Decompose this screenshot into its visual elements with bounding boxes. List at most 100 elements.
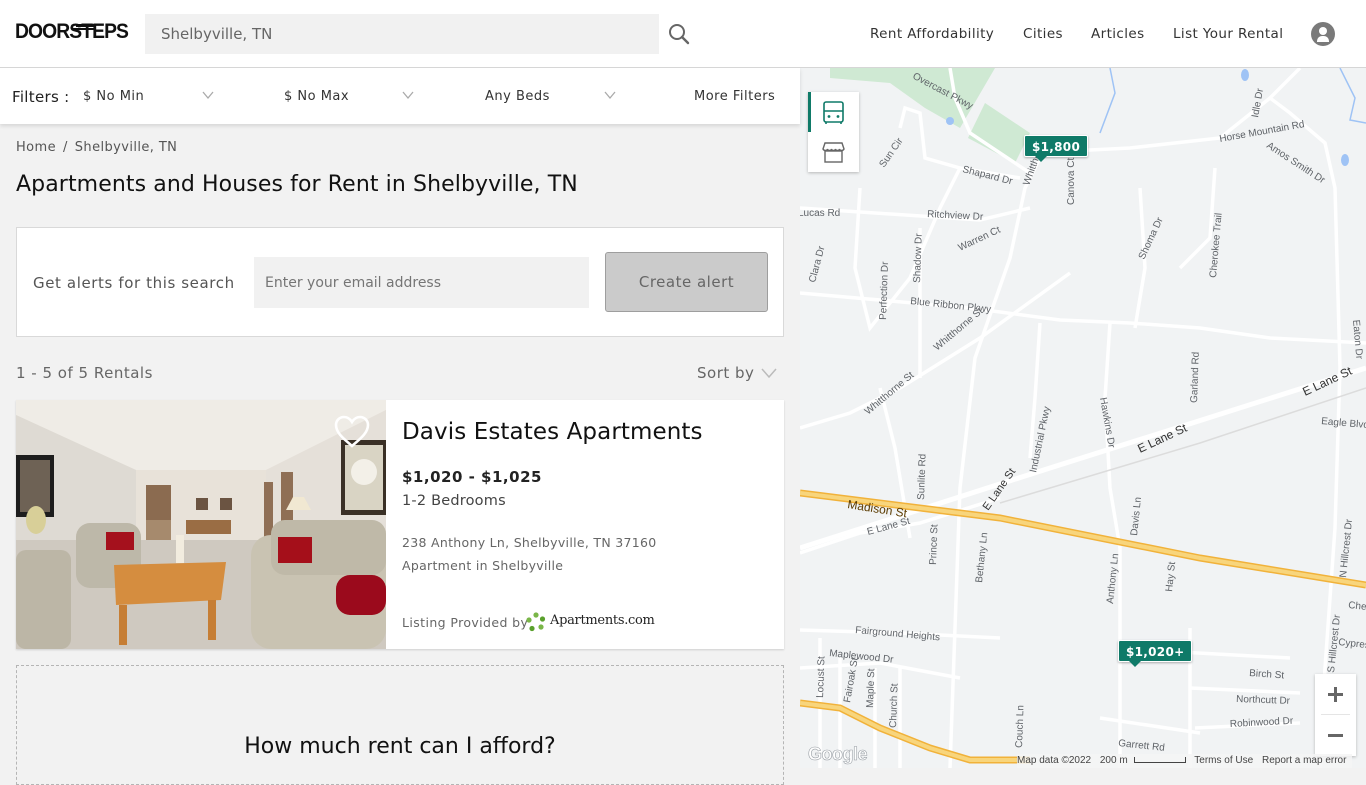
pond — [1341, 154, 1349, 166]
street-label: Couch Ln — [1014, 705, 1026, 748]
listing-provided-by: Listing Provided by — [402, 615, 529, 630]
minus-icon — [1328, 734, 1343, 737]
avatar-head — [1319, 27, 1327, 35]
street-label: Canova Ct — [1066, 158, 1077, 205]
street-label: Robinwood Dr — [1230, 716, 1295, 730]
street-label: Eagle Blvd — [1321, 416, 1366, 431]
street-label: Shapard Dr — [961, 164, 1014, 187]
street-label: Garland Rd — [1189, 352, 1202, 403]
chevron-down-icon[interactable] — [604, 90, 616, 100]
bus-icon — [823, 101, 844, 124]
transit-layer-button[interactable] — [808, 92, 859, 132]
location-search-input[interactable] — [145, 14, 659, 54]
page-title: Apartments and Houses for Rent in Shelby… — [16, 172, 578, 197]
top-header: DOORSTEPS Rent Affordability Cities Arti… — [0, 0, 1366, 68]
search-alert-box: Get alerts for this search Create alert — [16, 227, 784, 337]
breadcrumb-separator: / — [63, 140, 68, 155]
breadcrumb: Home / Shelbyville, TN — [16, 140, 177, 155]
apartments-com-logo-icon — [526, 612, 546, 632]
nav-cities[interactable]: Cities — [1023, 26, 1063, 42]
terms-of-use-link[interactable]: Terms of Use — [1194, 755, 1253, 766]
report-map-error-link[interactable]: Report a map error — [1262, 755, 1346, 766]
chevron-down-icon[interactable] — [402, 90, 414, 100]
street-label: Eaton Dr — [1350, 319, 1364, 360]
street-label: Northcutt Dr — [1236, 694, 1291, 707]
pond — [1241, 69, 1249, 81]
zoom-out-button[interactable] — [1315, 715, 1356, 756]
chevron-down-icon[interactable] — [202, 90, 214, 100]
street-label: Birch St — [1249, 668, 1285, 681]
street-label: Clara Dr — [807, 244, 827, 283]
favorite-heart-icon[interactable] — [334, 415, 370, 449]
sort-by-dropdown[interactable]: Sort by — [697, 364, 754, 382]
alert-label: Get alerts for this search — [33, 274, 235, 292]
nav-rent-affordability[interactable]: Rent Affordability — [870, 26, 994, 42]
logo-step-mark — [73, 28, 95, 30]
beds-dropdown[interactable]: Any Beds — [485, 89, 550, 104]
map-layer-toggle — [808, 92, 859, 172]
avatar-body — [1317, 36, 1329, 42]
apartments-com-logo: Apartments.com — [550, 613, 655, 628]
street-label: N Hillcrest Dr — [1338, 518, 1355, 578]
max-price-dropdown[interactable]: $ No Max — [284, 89, 349, 104]
nav-list-your-rental[interactable]: List Your Rental — [1173, 26, 1283, 42]
street-label: Lucas Rd — [800, 208, 840, 219]
map-scale-label[interactable]: 200 m — [1100, 755, 1128, 766]
shops-layer-button[interactable] — [808, 132, 859, 172]
stream — [1099, 68, 1116, 134]
street-label: Davis Ln — [1129, 496, 1144, 536]
street-label: Warren Ct — [957, 225, 1003, 254]
street-label: Bethany Ln — [974, 532, 990, 583]
listing-card[interactable]: Davis Estates Apartments $1,020 - $1,025… — [16, 400, 784, 649]
street-label: Cherry — [1348, 600, 1366, 614]
street-label: Hay St — [1164, 561, 1178, 592]
map-scale-bar — [1133, 757, 1186, 764]
street-label: Horse Mountain Rd — [1219, 119, 1306, 145]
map-price-pin[interactable]: $1,020+ — [1118, 640, 1193, 667]
street-label: Fairground Heights — [855, 625, 941, 643]
map-data-credit: Map data ©2022 — [1017, 755, 1092, 766]
street-label: Locust St — [815, 656, 827, 698]
search-icon[interactable] — [668, 23, 690, 45]
google-logo[interactable]: Google — [808, 744, 868, 765]
map-canvas[interactable]: Overcast Pkwy Sun Cir Shapard Dr Whittho… — [800, 68, 1366, 768]
listing-address: 238 Anthony Ln, Shelbyville, TN 37160 — [402, 535, 657, 550]
street-label: E Lane St — [1300, 363, 1354, 398]
affordability-title: How much rent can I afford? — [244, 734, 556, 759]
street-label: Cypress — [1338, 637, 1366, 652]
chevron-down-icon[interactable] — [761, 367, 777, 379]
breadcrumb-city[interactable]: Shelbyville, TN — [75, 140, 178, 155]
map-price-pin[interactable]: $1,800 — [1024, 135, 1089, 162]
more-filters-button[interactable]: More Filters — [694, 89, 775, 104]
zoom-in-button[interactable] — [1315, 674, 1356, 715]
living-room-photo — [16, 400, 386, 649]
min-price-dropdown[interactable]: $ No Min — [83, 89, 144, 104]
doorsteps-logo[interactable]: DOORSTEPS — [15, 20, 129, 44]
street-label: Perfection Dr — [878, 261, 891, 320]
plus-icon — [1328, 687, 1343, 702]
street-label: Sun Cir — [877, 136, 906, 170]
listing-bedrooms: 1-2 Bedrooms — [402, 493, 506, 509]
listing-photo[interactable] — [16, 400, 386, 649]
map-attribution: Map data ©2022 200 m Terms of Use Report… — [1017, 754, 1353, 768]
breadcrumb-home[interactable]: Home — [16, 140, 56, 155]
email-input[interactable] — [254, 257, 589, 308]
street-label: Prince St — [928, 524, 940, 565]
pond — [946, 117, 954, 125]
street-label: Amos Smith Dr — [1264, 140, 1327, 186]
street-label: Sunlite Rd — [916, 454, 929, 500]
map-panel[interactable]: Overcast Pkwy Sun Cir Shapard Dr Whittho… — [800, 68, 1366, 768]
street-label: Shadow Dr — [912, 233, 925, 283]
filters-label: Filters : — [12, 88, 70, 106]
street-label: Whitthorne St — [863, 370, 917, 418]
street-label: Hawkins Dr — [1097, 397, 1117, 450]
listing-price: $1,020 - $1,025 — [402, 468, 542, 486]
stream — [1339, 68, 1366, 124]
user-avatar-icon[interactable] — [1311, 22, 1335, 46]
store-icon — [822, 142, 845, 163]
street-label: Maple St — [865, 668, 877, 708]
map-zoom-controls — [1315, 674, 1356, 756]
create-alert-button[interactable]: Create alert — [605, 252, 768, 312]
nav-articles[interactable]: Articles — [1091, 26, 1145, 42]
listing-name[interactable]: Davis Estates Apartments — [402, 419, 703, 445]
